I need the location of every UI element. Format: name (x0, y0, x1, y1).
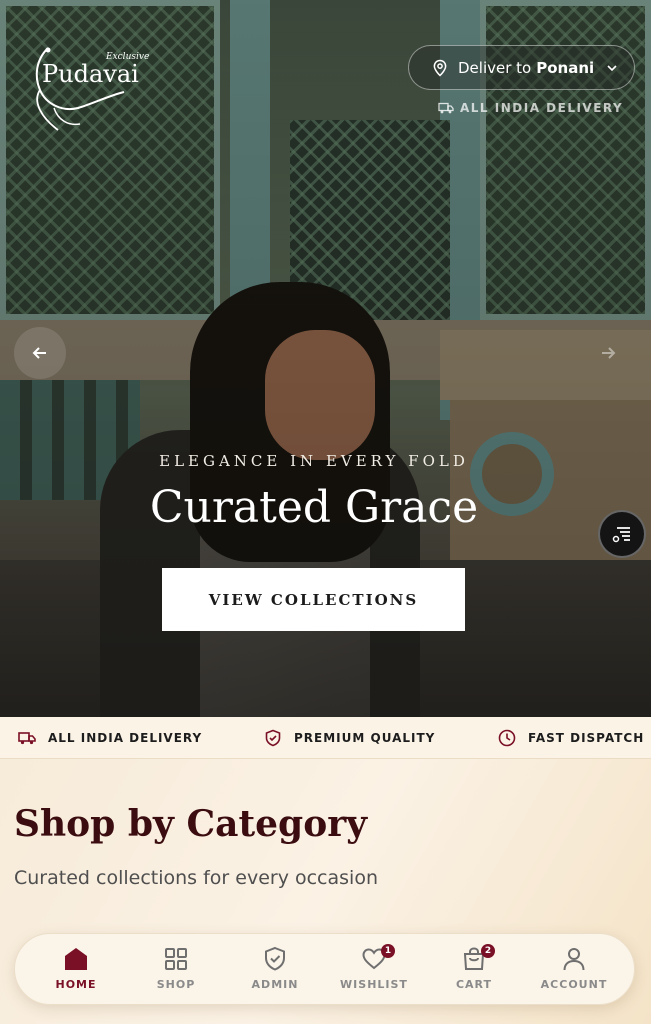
feature-dispatch-label: FAST DISPATCH (528, 730, 645, 745)
nav-home-label: HOME (55, 978, 97, 991)
carousel-next-button[interactable] (582, 327, 634, 379)
nav-shop-label: SHOP (156, 978, 196, 991)
brand-logo[interactable]: Exclusive Pudavai (28, 46, 149, 132)
nav-wishlist[interactable]: 1 WISHLIST (329, 934, 419, 1006)
feature-quality: PREMIUM QUALITY (264, 729, 435, 747)
shield-icon (265, 729, 281, 746)
delivery-note-text: ALL INDIA DELIVERY (460, 101, 624, 115)
nav-account-label: ACCOUNT (540, 978, 608, 991)
brand-name: Pudavai (42, 60, 139, 88)
section-title: Shop by Category (14, 803, 368, 845)
home-icon (65, 948, 87, 970)
delivery-note: ALL INDIA DELIVERY (438, 100, 638, 116)
hero-title: Curated Grace (149, 482, 479, 533)
nav-wishlist-label: WISHLIST (340, 978, 408, 991)
nav-account[interactable]: ACCOUNT (529, 934, 619, 1006)
bottom-navigation: HOME SHOP ADMIN 1 WISHLIST 2 CART ACCOUN… (14, 933, 635, 1005)
chevron-down-icon (607, 64, 617, 71)
nav-shop[interactable]: SHOP (131, 934, 221, 1006)
user-icon (563, 948, 585, 971)
nav-home[interactable]: HOME (31, 934, 121, 1006)
nav-admin-label: ADMIN (251, 978, 299, 991)
filter-button[interactable] (598, 510, 646, 558)
grid-icon (165, 948, 187, 970)
feature-delivery-label: ALL INDIA DELIVERY (48, 730, 203, 745)
shield-check-icon (265, 946, 285, 971)
hero-tagline: ELEGANCE IN EVERY FOLD (159, 452, 469, 470)
carousel-prev-button[interactable] (14, 327, 66, 379)
wishlist-badge: 1 (381, 944, 395, 958)
arrow-left-icon (32, 347, 46, 359)
nav-cart-label: CART (455, 978, 493, 991)
view-collections-button[interactable]: VIEW COLLECTIONS (162, 568, 465, 631)
hero-banner: Exclusive Pudavai Deliver to Ponani ALL … (0, 0, 651, 717)
deliver-location: Ponani (536, 58, 595, 77)
section-subtitle: Curated collections for every occasion (14, 867, 378, 889)
truck-icon (438, 102, 454, 114)
cart-badge: 2 (481, 944, 495, 958)
truck-icon (18, 731, 36, 744)
deliver-prefix: Deliver to (458, 58, 532, 77)
feature-delivery: ALL INDIA DELIVERY (18, 731, 202, 745)
filter-list-icon (612, 527, 630, 543)
clock-icon (498, 729, 516, 746)
deliver-location-button[interactable]: Deliver to Ponani (408, 45, 635, 90)
arrow-right-icon (602, 347, 616, 359)
feature-quality-label: PREMIUM QUALITY (294, 730, 436, 745)
nav-admin[interactable]: ADMIN (230, 934, 320, 1006)
feature-dispatch: FAST DISPATCH (498, 729, 644, 747)
features-strip: ALL INDIA DELIVERY PREMIUM QUALITY FAST … (0, 717, 651, 759)
nav-cart[interactable]: 2 CART (429, 934, 519, 1006)
location-pin-icon (433, 59, 447, 77)
